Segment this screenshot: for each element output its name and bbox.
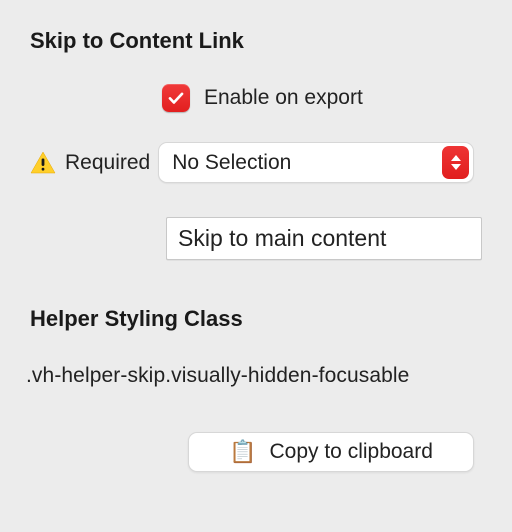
section-title-skip-link: Skip to Content Link bbox=[0, 0, 512, 54]
enable-export-checkbox[interactable] bbox=[162, 84, 190, 112]
section-title-helper-class: Helper Styling Class bbox=[0, 260, 512, 332]
enable-export-label: Enable on export bbox=[204, 86, 363, 110]
required-label: Required bbox=[65, 151, 150, 175]
skip-link-text-input[interactable] bbox=[166, 217, 482, 260]
warning-icon bbox=[30, 151, 56, 174]
select-stepper-icon bbox=[442, 146, 469, 179]
row-required: Required No Selection bbox=[0, 142, 512, 183]
copy-to-clipboard-button[interactable]: 📋 Copy to clipboard bbox=[188, 432, 474, 472]
chevron-down-icon bbox=[451, 164, 461, 170]
row-copy: 📋 Copy to clipboard bbox=[0, 432, 512, 472]
chevron-up-icon bbox=[451, 155, 461, 161]
required-select[interactable]: No Selection bbox=[158, 142, 474, 183]
required-select-value: No Selection bbox=[172, 151, 291, 175]
helper-class-text: .vh-helper-skip.visually-hidden-focusabl… bbox=[0, 332, 512, 388]
check-icon bbox=[167, 89, 185, 107]
copy-button-label: Copy to clipboard bbox=[269, 440, 432, 464]
clipboard-icon: 📋 bbox=[229, 441, 256, 463]
row-skip-text bbox=[0, 217, 512, 260]
row-enable-export: Enable on export bbox=[0, 84, 512, 112]
